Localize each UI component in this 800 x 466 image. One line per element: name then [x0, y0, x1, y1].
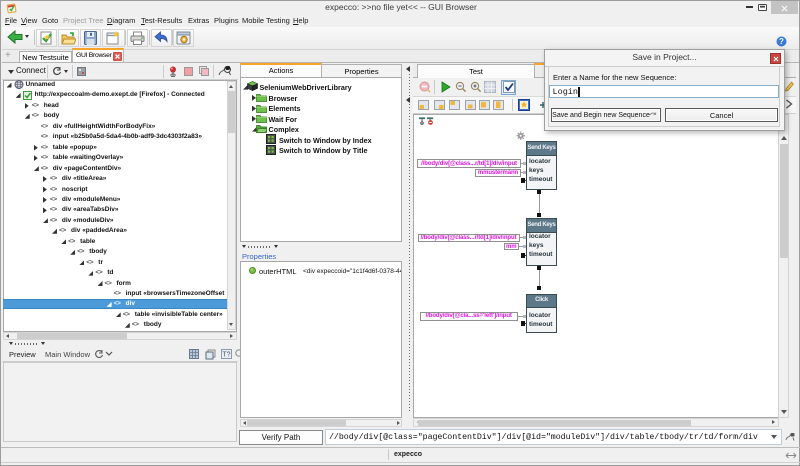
- svg-text:?: ?: [779, 37, 784, 46]
- svg-text:T?: T?: [222, 352, 230, 359]
